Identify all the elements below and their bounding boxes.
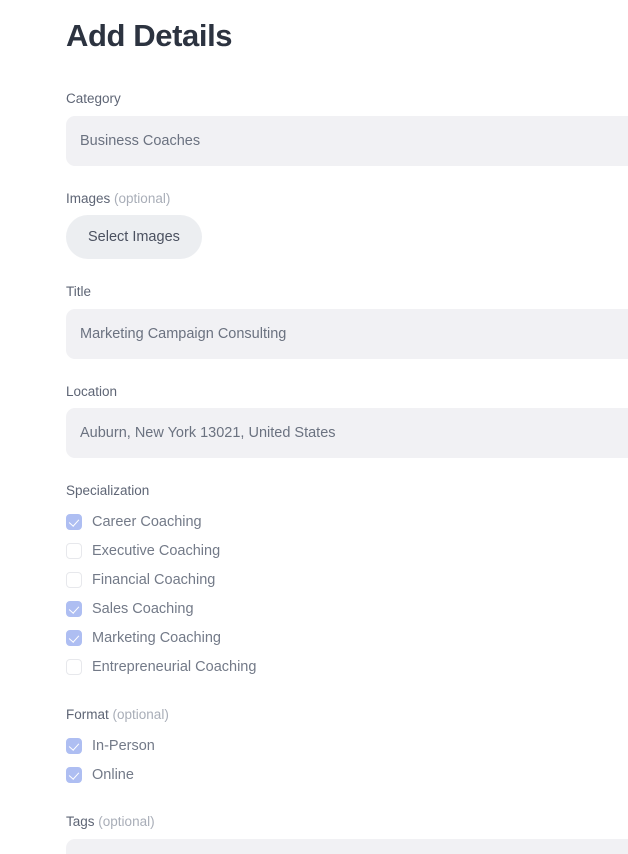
format-optional-text: (optional): [113, 707, 169, 722]
title-input[interactable]: [66, 309, 628, 359]
location-input[interactable]: [66, 408, 628, 458]
checkbox-unchecked-icon[interactable]: [66, 659, 82, 675]
checkbox-label: Financial Coaching: [92, 572, 215, 588]
checkbox-label: Marketing Coaching: [92, 630, 221, 646]
field-format: Format (optional) In-Person Online: [66, 706, 628, 790]
field-specialization: Specialization Career Coaching Executive…: [66, 482, 628, 682]
tags-label: Tags (optional): [66, 813, 628, 831]
select-images-button[interactable]: Select Images: [66, 215, 202, 259]
checkbox-label: Executive Coaching: [92, 543, 220, 559]
images-label: Images (optional): [66, 190, 628, 208]
checkbox-checked-icon[interactable]: [66, 767, 82, 783]
checkbox-checked-icon[interactable]: [66, 738, 82, 754]
tags-label-text: Tags: [66, 814, 95, 829]
checkbox-row-in-person[interactable]: In-Person: [66, 731, 628, 760]
page-title: Add Details: [66, 0, 628, 54]
checkbox-checked-icon[interactable]: [66, 630, 82, 646]
format-label: Format (optional): [66, 706, 628, 724]
field-title: Title: [66, 283, 628, 359]
checkbox-row-entrepreneurial-coaching[interactable]: Entrepreneurial Coaching: [66, 653, 628, 682]
checkbox-row-sales-coaching[interactable]: Sales Coaching: [66, 595, 628, 624]
checkbox-row-online[interactable]: Online: [66, 760, 628, 789]
tags-input[interactable]: × marketing × finance × sales: [66, 839, 628, 854]
checkbox-label: In-Person: [92, 738, 155, 754]
field-location: Location: [66, 383, 628, 459]
images-label-text: Images: [66, 191, 110, 206]
location-label: Location: [66, 383, 628, 401]
checkbox-row-financial-coaching[interactable]: Financial Coaching: [66, 566, 628, 595]
checkbox-unchecked-icon[interactable]: [66, 572, 82, 588]
checkbox-row-executive-coaching[interactable]: Executive Coaching: [66, 537, 628, 566]
specialization-label: Specialization: [66, 482, 628, 500]
checkbox-unchecked-icon[interactable]: [66, 543, 82, 559]
category-input[interactable]: [66, 116, 628, 166]
format-checkbox-list: In-Person Online: [66, 731, 628, 789]
field-images: Images (optional) Select Images: [66, 190, 628, 260]
category-label: Category: [66, 90, 628, 108]
title-label: Title: [66, 283, 628, 301]
checkbox-row-marketing-coaching[interactable]: Marketing Coaching: [66, 624, 628, 653]
checkbox-label: Career Coaching: [92, 514, 202, 530]
field-category: Category: [66, 90, 628, 166]
checkbox-row-career-coaching[interactable]: Career Coaching: [66, 508, 628, 537]
checkbox-label: Sales Coaching: [92, 601, 194, 617]
checkbox-label: Online: [92, 767, 134, 783]
checkbox-checked-icon[interactable]: [66, 514, 82, 530]
tags-optional-text: (optional): [98, 814, 154, 829]
specialization-checkbox-list: Career Coaching Executive Coaching Finan…: [66, 508, 628, 682]
images-optional-text: (optional): [114, 191, 170, 206]
format-label-text: Format: [66, 707, 109, 722]
add-details-form: Add Details Category Images (optional) S…: [0, 0, 628, 854]
checkbox-label: Entrepreneurial Coaching: [92, 659, 256, 675]
checkbox-checked-icon[interactable]: [66, 601, 82, 617]
field-tags: Tags (optional) × marketing × finance × …: [66, 813, 628, 854]
